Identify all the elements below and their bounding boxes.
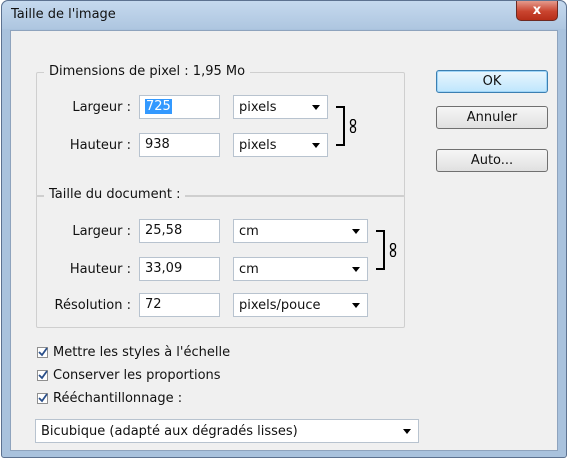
doc-width-unit-value: cm (239, 224, 259, 239)
doc-height-field[interactable]: 33,09 (139, 257, 220, 281)
link-chain-icon (389, 243, 397, 257)
doc-width-field[interactable]: 25,58 (139, 219, 220, 243)
cancel-button[interactable]: Annuler (436, 106, 548, 129)
pixel-height-label: Hauteur : (69, 138, 131, 153)
auto-button-label: Auto... (470, 153, 514, 168)
document-size-legend: Taille du document : (44, 187, 186, 202)
scale-styles-checkbox[interactable] (37, 347, 48, 358)
chevron-down-icon (352, 303, 360, 308)
pixel-height-value: 938 (145, 137, 170, 152)
constrain-proportions-label: Conserver les proportions (53, 368, 221, 383)
document-link-bracket (376, 230, 385, 270)
chevron-down-icon (352, 267, 360, 272)
resolution-label: Résolution : (54, 298, 131, 313)
link-chain-icon (349, 119, 357, 133)
chevron-down-icon (312, 143, 320, 148)
pixel-width-field[interactable]: 725 (139, 95, 220, 119)
pixel-width-unit-value: pixels (239, 100, 277, 115)
doc-height-label: Hauteur : (69, 262, 131, 277)
pixel-dimensions-group (36, 72, 405, 197)
ok-button-label: OK (482, 74, 502, 89)
resolution-value: 72 (145, 297, 162, 312)
doc-width-label: Largeur : (72, 224, 131, 239)
pixel-width-label: Largeur : (72, 100, 131, 115)
checkmark-icon (38, 347, 48, 357)
pixel-dimensions-legend: Dimensions de pixel : 1,95 Mo (44, 64, 251, 79)
title-bar[interactable]: Taille de l'image x (2, 1, 566, 29)
doc-height-unit-value: cm (239, 262, 259, 277)
resolution-unit-select[interactable]: pixels/pouce (233, 293, 368, 317)
dialog-title: Taille de l'image (11, 7, 116, 22)
resample-method-value: Bicubique (adapté aux dégradés lisses) (41, 424, 298, 439)
pixel-width-unit-select[interactable]: pixels (233, 95, 328, 119)
dialog-body: Dimensions de pixel : 1,95 Mo Largeur : … (10, 30, 558, 451)
doc-height-value: 33,09 (145, 261, 183, 276)
checkmark-icon (38, 393, 48, 403)
pixel-link-bracket (336, 106, 345, 146)
resample-label: Rééchantillonnage : (53, 391, 183, 406)
scale-styles-option[interactable]: Mettre les styles à l'échelle (37, 345, 230, 360)
constrain-proportions-checkbox[interactable] (37, 370, 48, 381)
pixel-height-unit-select[interactable]: pixels (233, 133, 328, 157)
resolution-unit-value: pixels/pouce (239, 298, 321, 313)
resolution-field[interactable]: 72 (139, 293, 220, 317)
constrain-proportions-option[interactable]: Conserver les proportions (37, 368, 221, 383)
chevron-down-icon (352, 229, 360, 234)
chevron-down-icon (403, 429, 411, 434)
chevron-down-icon (312, 105, 320, 110)
doc-height-unit-select[interactable]: cm (233, 257, 368, 281)
checkmark-icon (38, 370, 48, 380)
close-button[interactable]: x (516, 1, 558, 21)
resample-method-select[interactable]: Bicubique (adapté aux dégradés lisses) (35, 419, 419, 443)
resample-option[interactable]: Rééchantillonnage : (37, 391, 182, 406)
scale-styles-label: Mettre les styles à l'échelle (53, 345, 231, 360)
pixel-height-field[interactable]: 938 (139, 133, 220, 157)
ok-button[interactable]: OK (436, 70, 548, 93)
pixel-width-value: 725 (145, 99, 172, 114)
doc-width-unit-select[interactable]: cm (233, 219, 368, 243)
image-size-dialog: Taille de l'image x Dimensions de pixel … (1, 0, 567, 458)
close-icon: x (532, 3, 542, 18)
resample-checkbox[interactable] (37, 393, 48, 404)
cancel-button-label: Annuler (466, 110, 518, 125)
pixel-height-unit-value: pixels (239, 138, 277, 153)
auto-button[interactable]: Auto... (436, 149, 548, 172)
doc-width-value: 25,58 (145, 223, 183, 238)
